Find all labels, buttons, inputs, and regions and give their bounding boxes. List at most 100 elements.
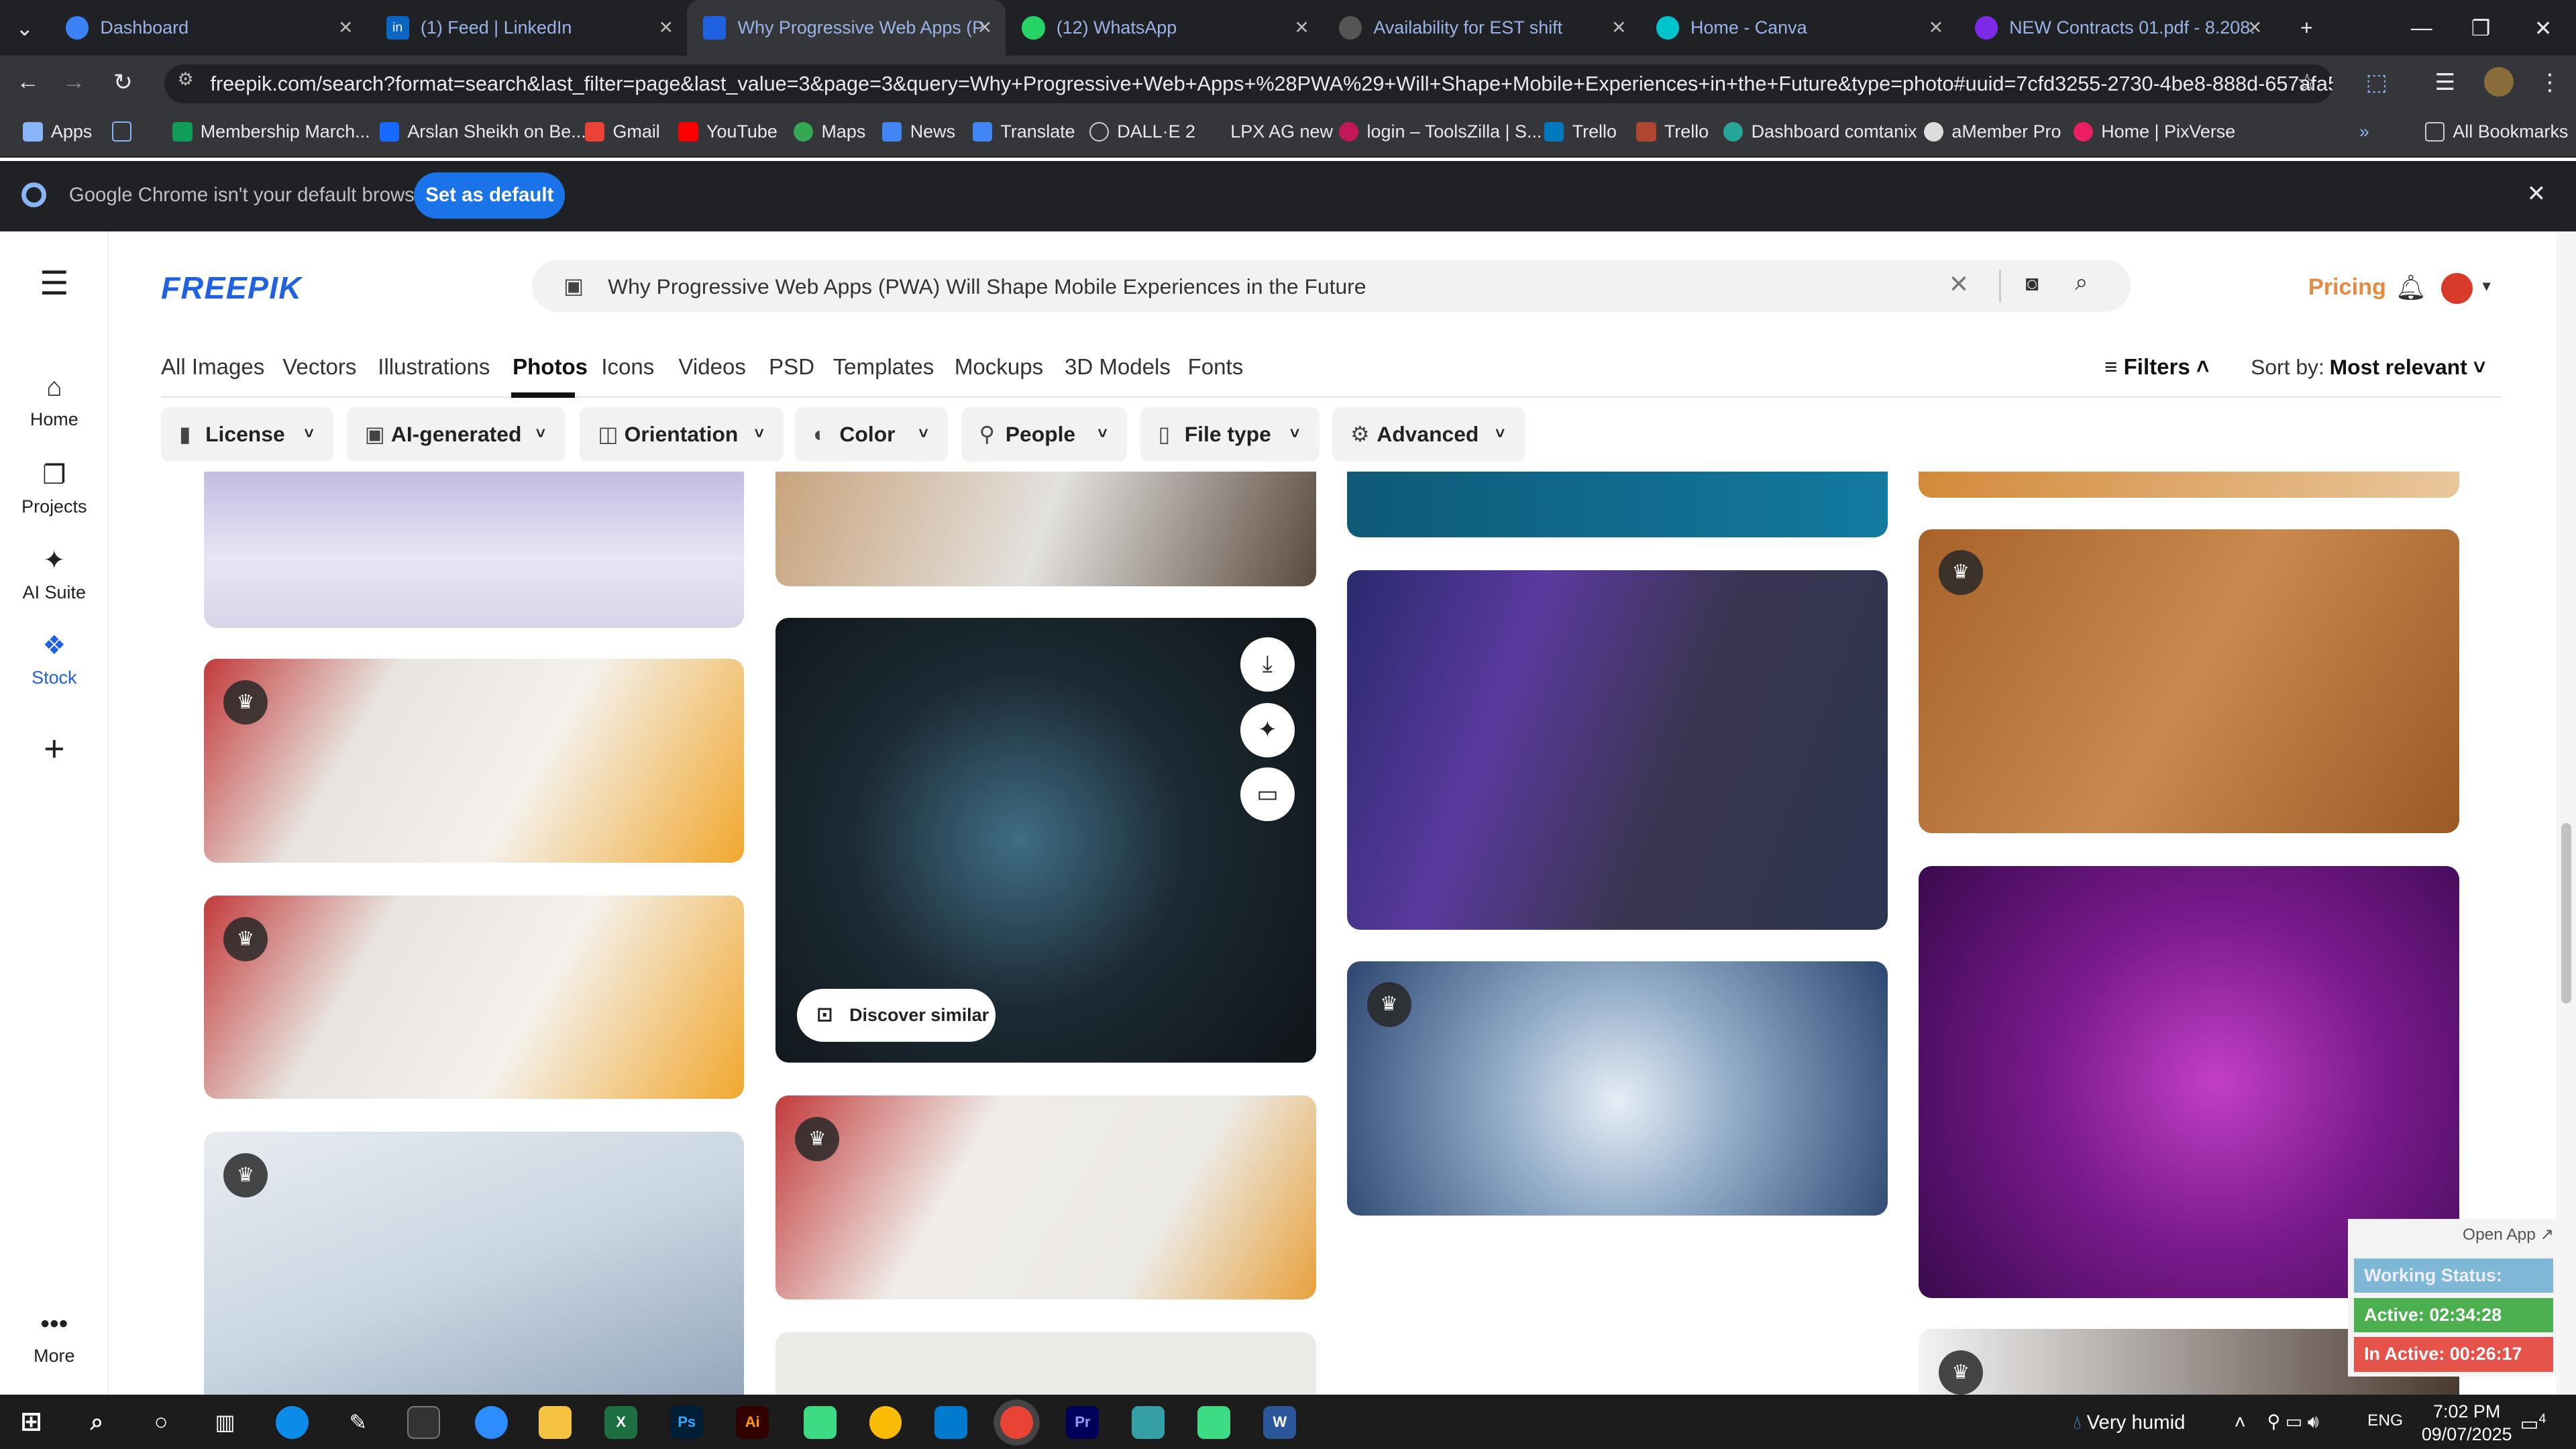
task-view-icon[interactable]: ▥: [209, 1406, 241, 1439]
bookmark-translate[interactable]: Translate: [972, 121, 1075, 142]
minimize-icon[interactable]: —: [2392, 0, 2451, 56]
bookmark-lpx[interactable]: LPX AG new: [1203, 121, 1333, 142]
download-icon[interactable]: ⤓: [1240, 637, 1295, 692]
new-tab-icon[interactable]: +: [2277, 0, 2336, 56]
plus-icon[interactable]: +: [0, 728, 109, 769]
bell-icon[interactable]: 🔔︎: [2396, 273, 2427, 302]
all-bookmarks[interactable]: All Bookmarks: [2424, 121, 2568, 142]
filter-color[interactable]: ◐ Color ˅: [795, 407, 949, 462]
rail-projects[interactable]: ❐ Projects: [0, 460, 109, 518]
tab-freepik-active[interactable]: Why Progressive Web Apps (PWA... ✕: [686, 0, 1006, 56]
chrome-active-icon[interactable]: [1000, 1406, 1034, 1440]
filter-advanced[interactable]: ⚙ Advanced ˅: [1332, 407, 1525, 462]
collection-icon[interactable]: ▭: [1240, 767, 1295, 822]
photo-card[interactable]: ♛: [203, 659, 745, 863]
tab-search-icon[interactable]: ⌄: [0, 0, 49, 56]
camera-icon[interactable]: ◙: [2026, 271, 2039, 296]
search-icon[interactable]: ⌕: [2075, 270, 2088, 296]
discover-similar-button[interactable]: ⊡ Discover similar: [796, 989, 996, 1042]
windows-start-icon[interactable]: ⊞: [15, 1406, 48, 1439]
app-green-icon[interactable]: [803, 1406, 837, 1440]
zoom-icon[interactable]: [474, 1406, 508, 1440]
photo-card[interactable]: [1919, 471, 2460, 498]
tab-vectors[interactable]: Vectors: [282, 355, 356, 380]
edge-icon[interactable]: [276, 1406, 309, 1440]
photo-card[interactable]: [775, 471, 1316, 587]
tab-availability[interactable]: Availability for EST shift ✕: [1322, 0, 1640, 56]
photo-card[interactable]: [1347, 471, 1888, 537]
search-icon[interactable]: ⌕: [80, 1406, 113, 1439]
bookmark-arslan[interactable]: Arslan Sheikh on Be...: [379, 121, 586, 142]
word-icon[interactable]: W: [1263, 1406, 1297, 1440]
ai-edit-icon[interactable]: ✦: [1240, 703, 1295, 757]
tab-videos[interactable]: Videos: [678, 355, 745, 380]
pen-icon[interactable]: ✎: [341, 1406, 374, 1439]
restore-icon[interactable]: ❐: [2451, 0, 2510, 56]
bookmark-trello-2[interactable]: Trello: [1636, 121, 1709, 142]
close-icon[interactable]: ✕: [2527, 180, 2546, 207]
pricing-link[interactable]: Pricing: [2308, 274, 2386, 301]
app-teal-icon[interactable]: [1132, 1406, 1165, 1440]
weather-widget[interactable]: 💧︎ Very humid: [2074, 1411, 2186, 1434]
bookmark-trello-1[interactable]: Trello: [1544, 121, 1617, 142]
close-icon[interactable]: ✕: [338, 17, 354, 38]
bookmark-gmail[interactable]: Gmail: [584, 121, 660, 142]
photo-card[interactable]: ♛: [775, 1095, 1316, 1300]
set-default-button[interactable]: Set as default: [414, 172, 566, 219]
tab-mockups[interactable]: Mockups: [955, 355, 1043, 380]
tray-chevron-icon[interactable]: ˄: [2235, 1411, 2246, 1434]
close-icon[interactable]: ✕: [1611, 17, 1627, 38]
photo-card[interactable]: ♛: [203, 1132, 745, 1395]
photoshop-icon[interactable]: Ps: [670, 1406, 704, 1440]
photo-card[interactable]: ♛: [1347, 961, 1888, 1216]
search-input[interactable]: Why Progressive Web Apps (PWA) Will Shap…: [608, 274, 1366, 299]
file-explorer-icon[interactable]: [539, 1406, 572, 1440]
tab-dashboard[interactable]: Dashboard ✕: [49, 0, 366, 56]
reload-icon[interactable]: ↻: [113, 69, 133, 96]
rail-stock[interactable]: ❖ Stock: [0, 631, 109, 688]
tab-all-images[interactable]: All Images: [161, 355, 264, 380]
tab-templates[interactable]: Templates: [833, 355, 934, 380]
menu-icon[interactable]: ⋮: [2538, 69, 2561, 96]
reading-list-icon[interactable]: ☰: [2434, 69, 2455, 96]
bookmark-apps[interactable]: Apps: [23, 121, 92, 142]
close-icon[interactable]: ✕: [659, 17, 674, 38]
bookmark-dalle[interactable]: DALL·E 2: [1089, 121, 1195, 142]
illustrator-icon[interactable]: Ai: [736, 1406, 769, 1440]
filter-file-type[interactable]: ▯ File type ˅: [1140, 407, 1320, 462]
page-scrollbar[interactable]: [2556, 231, 2576, 1395]
filter-people[interactable]: ⚲ People ˅: [961, 407, 1127, 462]
bookmark-maps[interactable]: Maps: [793, 121, 865, 142]
extensions-icon[interactable]: ⬚: [2366, 69, 2387, 96]
open-app-link[interactable]: Open App ↗: [2463, 1224, 2554, 1244]
rail-ai-suite[interactable]: ✦ AI Suite: [0, 545, 109, 603]
tab-icons[interactable]: Icons: [601, 355, 654, 380]
photo-card[interactable]: ♛: [1919, 529, 2460, 833]
bookmark-comtanix[interactable]: Dashboard comtanix: [1723, 121, 1917, 142]
tab-whatsapp[interactable]: (12) WhatsApp ✕: [1006, 0, 1323, 56]
chrome-icon[interactable]: [869, 1406, 902, 1440]
excel-icon[interactable]: X: [604, 1406, 638, 1440]
close-icon[interactable]: ✕: [977, 17, 993, 38]
clear-icon[interactable]: ✕: [1949, 270, 1970, 299]
bookmark-pixverse[interactable]: Home | PixVerse: [2073, 121, 2235, 142]
tray-icons[interactable]: ⚲ ▭ 🔊︎: [2267, 1411, 2319, 1433]
chevron-down-icon[interactable]: ▾: [2482, 276, 2490, 296]
cortana-icon[interactable]: ○: [145, 1406, 178, 1439]
tab-contracts[interactable]: NEW Contracts 01.pdf - 8.208... ✕: [1958, 0, 2275, 56]
tab-psd[interactable]: PSD: [769, 355, 814, 380]
close-icon[interactable]: ✕: [1294, 17, 1309, 38]
more-bookmarks-icon[interactable]: »: [2359, 121, 2369, 142]
photo-card[interactable]: [775, 1332, 1316, 1395]
filter-license[interactable]: ▮ License ˅: [161, 407, 334, 462]
apps-grid-icon[interactable]: [111, 121, 140, 142]
forward-icon[interactable]: →: [62, 69, 85, 95]
tab-photos[interactable]: Photos: [513, 355, 588, 380]
close-icon[interactable]: ✕: [1929, 17, 1944, 38]
close-icon[interactable]: ✕: [2247, 17, 2263, 38]
premiere-icon[interactable]: Pr: [1066, 1406, 1099, 1440]
bookmark-star-icon[interactable]: ☆: [2297, 69, 2318, 96]
rail-more[interactable]: ••• More: [0, 1309, 109, 1366]
search-bar[interactable]: ▣ Why Progressive Web Apps (PWA) Will Sh…: [532, 259, 2131, 313]
filter-ai-generated[interactable]: ▣ AI-generated ˅: [346, 407, 566, 462]
